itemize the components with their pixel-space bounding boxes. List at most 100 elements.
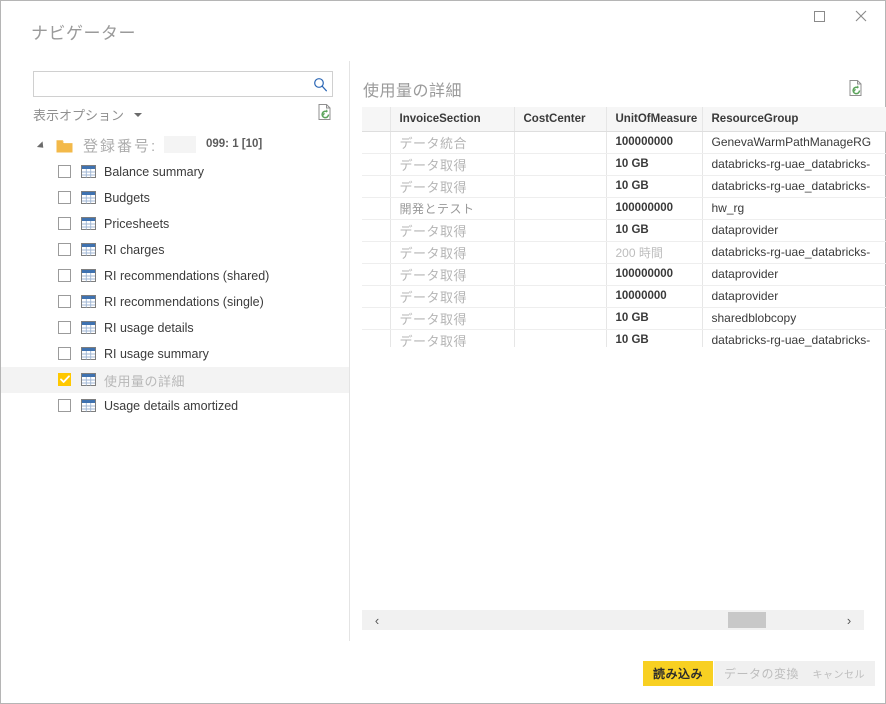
tree-item-checkbox[interactable] [58,165,71,178]
row-selector-cell[interactable] [362,329,390,347]
scroll-left-button[interactable]: ‹ [362,610,392,630]
search-box[interactable] [33,71,333,97]
tree-item-checkbox[interactable] [58,373,71,386]
tree-item-label: Balance summary [104,165,204,179]
table-row[interactable]: データ取得 200 時間 databricks-rg-uae_databrick… [362,241,886,263]
cell-unitofmeasure: 100000000 [606,131,702,153]
tree-item-checkbox[interactable] [58,217,71,230]
cell-resourcegroup: databricks-rg-uae_databricks- [702,153,886,175]
column-header-invoicesection[interactable]: InvoiceSection [390,107,514,131]
row-selector-cell[interactable] [362,285,390,307]
row-selector-cell[interactable] [362,263,390,285]
close-button[interactable] [839,1,883,31]
column-header-costcenter[interactable]: CostCenter [514,107,606,131]
row-selector-cell[interactable] [362,197,390,219]
tree-item-ri-usage-summary[interactable]: RI usage summary [1,341,349,367]
scrollbar-thumb[interactable] [728,612,766,628]
tree-root-label: 登録番号: [83,135,157,156]
cell-invoicesection: データ取得 [390,175,514,197]
tree-item-balance-summary[interactable]: Balance summary [1,159,349,185]
cell-costcenter [514,175,606,197]
cell-costcenter [514,153,606,175]
tree-item-checkbox[interactable] [58,269,71,282]
cell-invoicesection: データ取得 [390,263,514,285]
scroll-right-button[interactable]: › [834,610,864,630]
close-icon [855,10,867,22]
chevron-down-icon [134,113,142,117]
tree-item-usage-details-japanese[interactable]: 使用量の詳細 [1,367,349,393]
tree-item-label: RI charges [104,243,164,257]
tree-item-usage-details-amortized[interactable]: Usage details amortized [1,393,349,419]
cell-unitofmeasure: 100000000 [606,197,702,219]
tree-item-checkbox[interactable] [58,243,71,256]
tree-item-label: RI usage details [104,321,194,335]
tree-item-checkbox[interactable] [58,399,71,412]
table-header-row: InvoiceSection CostCenter UnitOfMeasure … [362,107,886,131]
transform-data-button[interactable]: データの変換 [714,661,809,686]
cell-invoicesection: データ取得 [390,285,514,307]
tree-item-checkbox[interactable] [58,295,71,308]
preview-pane: 使用量の詳細 InvoiceSection CostCenter UnitOfM… [349,57,886,647]
table-row[interactable]: データ取得 10000000 dataprovider [362,285,886,307]
cell-resourcegroup: databricks-rg-uae_databricks- [702,175,886,197]
preview-title: 使用量の詳細 [363,77,462,101]
tree-item-ri-recommendations-single[interactable]: RI recommendations (single) [1,289,349,315]
refresh-document-icon[interactable] [848,79,864,102]
tree-item-checkbox[interactable] [58,321,71,334]
tree-item-label: RI recommendations (shared) [104,269,269,283]
cell-resourcegroup: databricks-rg-uae_databricks- [702,329,886,347]
tree-item-ri-usage-details[interactable]: RI usage details [1,315,349,341]
cell-resourcegroup: dataprovider [702,285,886,307]
load-button[interactable]: 読み込み [643,661,713,686]
tree-item-checkbox[interactable] [58,191,71,204]
display-options-dropdown[interactable]: 表示オプション [33,105,142,124]
table-row[interactable]: データ取得 10 GB databricks-rg-uae_databricks… [362,153,886,175]
row-selector-cell[interactable] [362,241,390,263]
tree-root-node[interactable]: 登録番号: 099: 1 [10] [1,133,349,159]
refresh-document-icon[interactable] [317,103,333,126]
cell-invoicesection: データ取得 [390,307,514,329]
cell-unitofmeasure: 10 GB [606,329,702,347]
table-row[interactable]: データ取得 10 GB dataprovider [362,219,886,241]
object-tree: 登録番号: 099: 1 [10] Balance summary [1,133,349,419]
table-row[interactable]: データ取得 10 GB databricks-rg-uae_databricks… [362,175,886,197]
tree-item-checkbox[interactable] [58,347,71,360]
horizontal-scrollbar[interactable]: ‹ › [362,610,864,630]
row-selector-cell[interactable] [362,307,390,329]
cell-unitofmeasure: 10000000 [606,285,702,307]
table-row[interactable]: データ取得 10 GB sharedblobcopy [362,307,886,329]
search-icon[interactable] [308,77,332,92]
table-icon [81,191,96,204]
cell-invoicesection: データ取得 [390,153,514,175]
tree-item-budgets[interactable]: Budgets [1,185,349,211]
collapse-triangle-icon[interactable] [37,141,46,150]
column-header-resourcegroup[interactable]: ResourceGroup [702,107,886,131]
table-row[interactable]: データ統合 100000000 GenevaWarmPathManageRG [362,131,886,153]
cell-resourcegroup: dataprovider [702,263,886,285]
row-selector-cell[interactable] [362,175,390,197]
search-input[interactable] [34,73,308,95]
column-header-unitofmeasure[interactable]: UnitOfMeasure [606,107,702,131]
tree-item-label: Pricesheets [104,217,169,231]
table-icon [81,165,96,178]
table-icon [81,399,96,412]
column-header-selector[interactable] [362,107,390,131]
cell-costcenter [514,219,606,241]
tree-item-ri-recommendations-shared[interactable]: RI recommendations (shared) [1,263,349,289]
tree-item-label: RI usage summary [104,347,209,361]
row-selector-cell[interactable] [362,219,390,241]
footer-bar: 読み込み データの変換 キャンセル [1,647,885,703]
cancel-button[interactable]: キャンセル [803,661,876,686]
tree-root-count: 099: 1 [10] [206,138,262,150]
row-selector-cell[interactable] [362,131,390,153]
table-row[interactable]: 開発とテスト 100000000 hw_rg [362,197,886,219]
row-selector-cell[interactable] [362,153,390,175]
tree-item-pricesheets[interactable]: Pricesheets [1,211,349,237]
table-row[interactable]: データ取得 10 GB databricks-rg-uae_databricks… [362,329,886,347]
table-icon [81,347,96,360]
tree-item-ri-charges[interactable]: RI charges [1,237,349,263]
maximize-button[interactable] [797,1,841,31]
cell-unitofmeasure: 10 GB [606,307,702,329]
scrollbar-track[interactable] [392,610,834,630]
table-row[interactable]: データ取得 100000000 dataprovider [362,263,886,285]
